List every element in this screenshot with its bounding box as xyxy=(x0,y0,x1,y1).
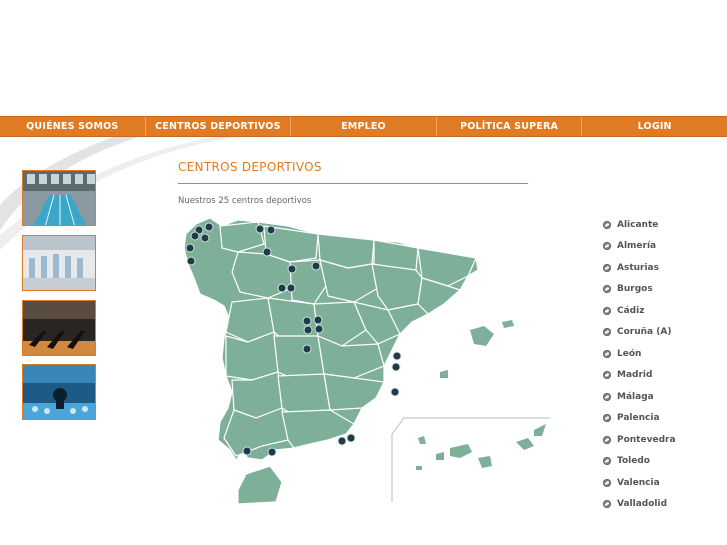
arrow-bullet-icon xyxy=(603,306,611,315)
city-link-burgos[interactable]: Burgos xyxy=(603,279,676,301)
city-list: Alicante Almería Asturias Burgos Cádiz C… xyxy=(603,214,676,515)
arrow-bullet-icon xyxy=(603,435,611,444)
nav-empleo[interactable]: EMPLEO xyxy=(291,117,437,136)
city-label: Almería xyxy=(617,241,657,252)
arrow-bullet-icon xyxy=(603,242,611,251)
city-label: Cádiz xyxy=(617,305,645,316)
city-label: Valencia xyxy=(617,477,660,488)
city-link-valencia[interactable]: Valencia xyxy=(603,472,676,494)
city-label: Palencia xyxy=(617,413,660,424)
arrow-bullet-icon xyxy=(603,392,611,401)
main-nav: QUIÉNES SOMOS CENTROS DEPORTIVOS EMPLEO … xyxy=(0,116,727,137)
arrow-bullet-icon xyxy=(603,328,611,337)
city-link-palencia[interactable]: Palencia xyxy=(603,408,676,430)
city-link-cadiz[interactable]: Cádiz xyxy=(603,300,676,322)
arrow-bullet-icon xyxy=(603,349,611,358)
city-link-malaga[interactable]: Málaga xyxy=(603,386,676,408)
city-label: León xyxy=(617,348,642,359)
city-link-valladolid[interactable]: Valladolid xyxy=(603,494,676,516)
city-link-madrid[interactable]: Madrid xyxy=(603,365,676,387)
nav-quienes-somos[interactable]: QUIÉNES SOMOS xyxy=(0,117,146,136)
city-label: Toledo xyxy=(617,456,650,467)
centers-count-text: Nuestros 25 centros deportivos xyxy=(178,196,312,206)
nav-login[interactable]: LOGIN xyxy=(582,117,727,136)
treadmills-photo[interactable] xyxy=(22,300,96,356)
city-label: Málaga xyxy=(617,391,654,402)
arrow-bullet-icon xyxy=(603,414,611,423)
city-link-alicante[interactable]: Alicante xyxy=(603,214,676,236)
arrow-bullet-icon xyxy=(603,220,611,229)
city-link-asturias[interactable]: Asturias xyxy=(603,257,676,279)
spinning-class-photo[interactable] xyxy=(22,364,96,420)
nav-politica-supera[interactable]: POLÍTICA SUPERA xyxy=(437,117,583,136)
arrow-bullet-icon xyxy=(603,478,611,487)
title-divider xyxy=(178,183,528,184)
city-link-almeria[interactable]: Almería xyxy=(603,236,676,258)
city-label: Burgos xyxy=(617,284,653,295)
page-title: CENTROS DEPORTIVOS xyxy=(178,160,322,174)
city-link-leon[interactable]: León xyxy=(603,343,676,365)
city-link-pontevedra[interactable]: Pontevedra xyxy=(603,429,676,451)
city-label: Alicante xyxy=(617,219,659,230)
nav-centros-deportivos[interactable]: CENTROS DEPORTIVOS xyxy=(146,117,292,136)
arrow-bullet-icon xyxy=(603,500,611,509)
city-label: Madrid xyxy=(617,370,653,381)
arrow-bullet-icon xyxy=(603,285,611,294)
map-balearic-islands xyxy=(440,320,514,378)
city-link-coruna[interactable]: Coruña (A) xyxy=(603,322,676,344)
arrow-bullet-icon xyxy=(603,263,611,272)
city-label: Coruña (A) xyxy=(617,327,672,338)
city-label: Valladolid xyxy=(617,499,668,510)
map-mainland xyxy=(183,217,479,504)
map-canary-islands-inset xyxy=(391,417,550,502)
city-label: Asturias xyxy=(617,262,659,273)
indoor-pool-photo[interactable] xyxy=(22,170,96,226)
spain-centers-map[interactable] xyxy=(178,212,550,504)
gym-hall-photo[interactable] xyxy=(22,235,96,291)
city-link-toledo[interactable]: Toledo xyxy=(603,451,676,473)
arrow-bullet-icon xyxy=(603,371,611,380)
city-label: Pontevedra xyxy=(617,434,676,445)
arrow-bullet-icon xyxy=(603,457,611,466)
